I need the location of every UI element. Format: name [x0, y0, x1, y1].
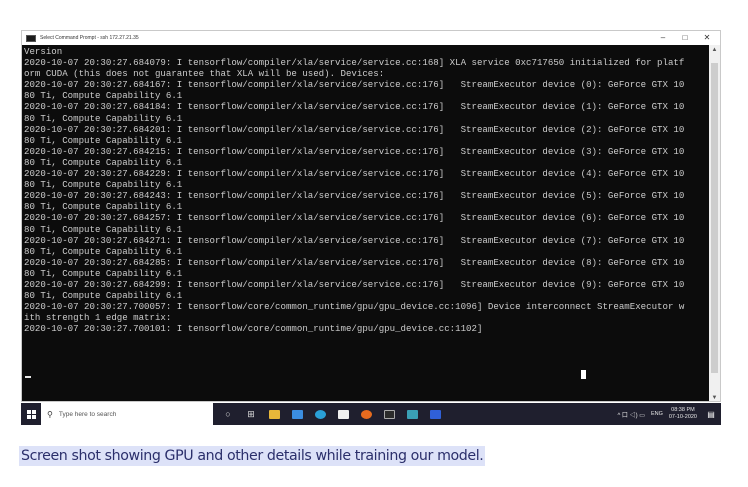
console-line: 80 Ti, Compute Capability 6.1	[24, 223, 183, 235]
taskbar: ⚲ Type here to search ○ ⊞ ^ 口 ◁) ▭ ENG 0…	[21, 403, 721, 425]
security-icon[interactable]	[427, 403, 443, 425]
terminal-icon[interactable]	[381, 403, 397, 425]
clock-time: 08:38 PM	[671, 407, 695, 413]
console-line: 2020-10-07 20:30:27.684285: I tensorflow…	[24, 256, 685, 268]
notification-icon[interactable]: ▤	[703, 403, 719, 425]
clock-date: 07-10-2020	[668, 414, 697, 420]
language-indicator[interactable]: ENG	[651, 411, 663, 417]
app-icon[interactable]	[404, 403, 420, 425]
text-cursor	[25, 376, 31, 378]
console-line: 2020-10-07 20:30:27.684201: I tensorflow…	[24, 123, 685, 135]
console-line: 2020-10-07 20:30:27.684079: I tensorflow…	[24, 57, 685, 69]
command-prompt-window[interactable]: Select Command Prompt - ssh 172.27.21.35…	[21, 30, 721, 402]
console-line: 2020-10-07 20:30:27.684184: I tensorflow…	[24, 101, 685, 113]
close-button[interactable]: ✕	[696, 32, 718, 44]
windows-start-icon[interactable]	[21, 403, 41, 425]
figure-caption: Screen shot showing GPU and other detail…	[19, 446, 486, 466]
scroll-up-arrow-icon[interactable]: ▲	[709, 45, 720, 55]
console-line: 80 Ti, Compute Capability 6.1	[24, 156, 183, 168]
clock[interactable]: 08:38 PM 07-10-2020	[669, 407, 697, 421]
console-line: Version	[24, 46, 63, 57]
console-line: 80 Ti, Compute Capability 6.1	[24, 112, 183, 124]
console-line: 2020-10-07 20:30:27.700101: I tensorflow…	[24, 323, 483, 335]
console-line: 2020-10-07 20:30:27.684229: I tensorflow…	[24, 168, 685, 180]
firefox-icon[interactable]	[358, 403, 374, 425]
console-line: 2020-10-07 20:30:27.684271: I tensorflow…	[24, 234, 685, 246]
console-line: 80 Ti, Compute Capability 6.1	[24, 267, 183, 279]
store-icon[interactable]	[289, 403, 305, 425]
scroll-down-arrow-icon[interactable]: ▼	[709, 393, 720, 401]
console-line: orm CUDA (this does not guarantee that X…	[24, 68, 385, 80]
console-line: 2020-10-07 20:30:27.684299: I tensorflow…	[24, 278, 685, 290]
mouse-ibeam-cursor	[581, 370, 586, 379]
window-title: Select Command Prompt - ssh 172.27.21.35	[40, 35, 139, 41]
tray-status-icons[interactable]: ^ 口 ◁) ▭	[617, 410, 644, 419]
vertical-scrollbar[interactable]: ▲ ▼	[709, 45, 720, 401]
console-line: 2020-10-07 20:30:27.700057: I tensorflow…	[24, 301, 685, 313]
system-tray: ^ 口 ◁) ▭ ENG 08:38 PM 07-10-2020 ▤	[617, 403, 721, 425]
taskbar-search-box[interactable]: ⚲ Type here to search	[41, 403, 213, 425]
console-line: 80 Ti, Compute Capability 6.1	[24, 179, 183, 191]
console-line: ith strength 1 edge matrix:	[24, 312, 172, 324]
console-line: 2020-10-07 20:30:27.684215: I tensorflow…	[24, 145, 685, 157]
minimize-button[interactable]: –	[652, 32, 674, 44]
console-line: 80 Ti, Compute Capability 6.1	[24, 134, 183, 146]
title-bar[interactable]: Select Command Prompt - ssh 172.27.21.35…	[22, 31, 720, 45]
edge-icon[interactable]	[312, 403, 328, 425]
search-icon: ⚲	[47, 409, 53, 419]
search-placeholder: Type here to search	[58, 410, 117, 418]
task-switch-icon[interactable]: ⊞	[243, 403, 259, 425]
console-line: 80 Ti, Compute Capability 6.1	[24, 290, 183, 302]
console-line: 2020-10-07 20:30:27.684167: I tensorflow…	[24, 79, 685, 91]
scroll-thumb[interactable]	[711, 63, 718, 373]
console-line: 80 Ti, Compute Capability 6.1	[24, 90, 183, 102]
console-line: 2020-10-07 20:30:27.684243: I tensorflow…	[24, 190, 685, 202]
maximize-button[interactable]: □	[674, 32, 696, 44]
console-line: 80 Ti, Compute Capability 6.1	[24, 245, 183, 257]
task-view-icon[interactable]: ○	[220, 403, 236, 425]
console-output[interactable]: Version 2020-10-07 20:30:27.684079: I ten…	[24, 46, 710, 386]
console-line: 80 Ti, Compute Capability 6.1	[24, 201, 183, 213]
cmd-icon	[26, 34, 36, 42]
file-explorer-icon[interactable]	[266, 403, 282, 425]
lock-app-icon[interactable]	[335, 403, 351, 425]
console-line: 2020-10-07 20:30:27.684257: I tensorflow…	[24, 212, 685, 224]
